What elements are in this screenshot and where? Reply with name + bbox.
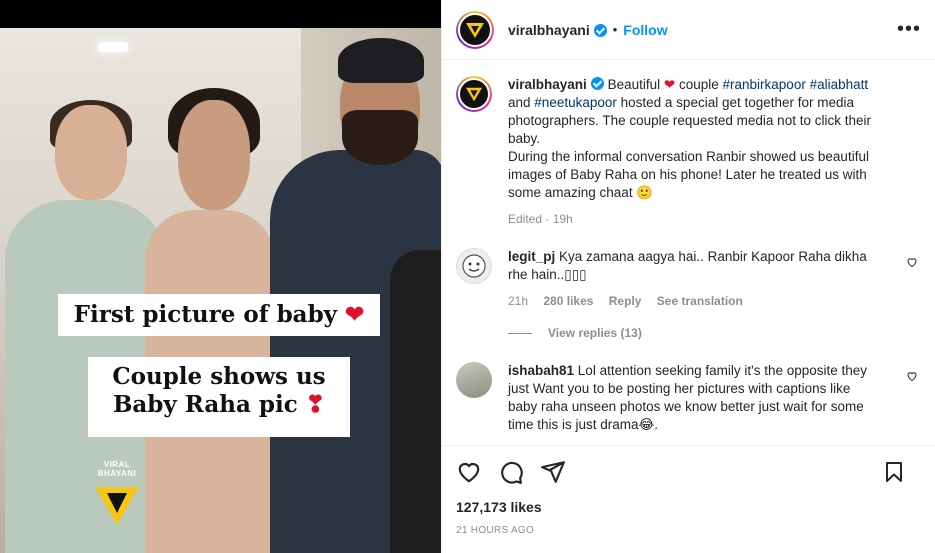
comment-username[interactable]: legit_pj — [508, 249, 555, 264]
heart-icon: ❤ — [663, 77, 676, 92]
viralbhayani-logo-icon — [466, 22, 484, 38]
reply-button[interactable]: Reply — [609, 294, 642, 308]
post-footer: 127,173 likes 21 HOURS AGO — [442, 445, 935, 553]
hashtag-link[interactable]: #aliabhatt — [810, 77, 869, 92]
like-heart-icon[interactable] — [456, 459, 482, 485]
smile-emoji-icon: 🙂 — [636, 185, 654, 200]
caption-username[interactable]: viralbhayani — [508, 77, 587, 92]
comment-text: ishabah81 Lol attention seeking family i… — [508, 362, 908, 434]
comment-item: legit_pj Kya zamana aagya hai.. Ranbir K… — [456, 248, 920, 308]
header-username[interactable]: viralbhayani — [508, 22, 590, 38]
see-translation-button[interactable]: See translation — [657, 294, 743, 308]
comments-list[interactable]: viralbhayani Beautiful ❤ couple #ranbirk… — [442, 60, 935, 445]
photo-caption-first-picture: First picture of baby ❤ — [58, 294, 380, 336]
person-2-head — [178, 100, 250, 210]
view-replies-label: View replies (13) — [548, 326, 642, 340]
comment-item: ishabah81 Lol attention seeking family i… — [456, 362, 920, 434]
person-4-body — [390, 250, 441, 553]
heart-icon: ❤ — [345, 301, 365, 328]
comment-like-heart-icon[interactable] — [906, 370, 918, 382]
avatar[interactable] — [456, 248, 492, 284]
caption-text-part: Beautiful — [607, 77, 661, 92]
caption-text-part: couple — [678, 77, 719, 92]
photo-caption-text-2b: Baby Raha pic — [112, 390, 298, 418]
share-send-icon[interactable] — [540, 459, 566, 485]
photo-ceiling-light — [98, 42, 128, 52]
watermark-text: VIRAL BHAYANI — [97, 460, 137, 478]
verified-badge-icon — [590, 77, 604, 90]
viralbhayani-logo-icon — [95, 487, 139, 525]
comment-age: 21h — [508, 294, 529, 308]
hashtag-link[interactable]: #ranbirkapoor — [723, 77, 806, 92]
caption-age: 19h — [552, 212, 573, 226]
more-options-icon[interactable]: ••• — [897, 18, 921, 41]
post-caption: viralbhayani Beautiful ❤ couple #ranbirk… — [456, 76, 920, 226]
post-header: viralbhayani • Follow ••• — [442, 0, 935, 60]
view-replies-button[interactable]: View replies (13) — [508, 326, 920, 340]
avatar[interactable] — [456, 10, 494, 49]
header-separator: • — [612, 22, 618, 37]
caption-text-part: During the informal conversation Ranbir … — [508, 149, 869, 200]
person-3-cap — [338, 38, 424, 83]
cartoon-face-icon — [462, 254, 486, 278]
comment-body: Kya zamana aagya hai.. Ranbir Kapoor Rah… — [508, 249, 867, 282]
likes-count[interactable]: 127,173 likes — [456, 499, 922, 515]
photo-watermark: VIRAL BHAYANI — [86, 460, 148, 529]
caption-text: viralbhayani Beautiful ❤ couple #ranbirk… — [508, 76, 920, 202]
comment-username[interactable]: ishabah81 — [508, 363, 574, 378]
post-timestamp: 21 HOURS AGO — [456, 525, 535, 536]
meta-separator: · — [545, 212, 550, 226]
comment-likes[interactable]: 280 likes — [543, 294, 593, 308]
photo-caption-text-2a: Couple shows us — [112, 363, 326, 390]
comment-bubble-icon[interactable] — [498, 459, 524, 485]
person-3-beard — [342, 110, 418, 165]
photo-caption-couple-shows: Couple shows us Baby Raha pic ❣ — [88, 357, 350, 437]
bookmark-icon[interactable] — [882, 459, 906, 485]
action-bar — [456, 446, 922, 498]
person-1-head — [55, 105, 127, 200]
verified-badge-icon — [593, 24, 607, 37]
comment-meta: 21h 280 likes Reply See translation — [508, 294, 908, 308]
photo-caption-text-1: First picture of baby — [73, 301, 338, 328]
caption-text-part: and — [508, 95, 531, 110]
replies-divider-line — [508, 332, 532, 334]
heart-exclamation-icon: ❣ — [305, 390, 326, 418]
caption-avatar[interactable] — [456, 76, 492, 112]
viralbhayani-logo-icon — [465, 87, 483, 102]
comment-like-heart-icon[interactable] — [906, 256, 918, 268]
follow-button[interactable]: Follow — [623, 22, 667, 38]
post-photo[interactable]: First picture of baby ❤ Couple shows us … — [0, 0, 441, 553]
post-details-panel: viralbhayani • Follow ••• viralbhayani B… — [441, 0, 935, 553]
avatar[interactable] — [456, 362, 492, 398]
hashtag-link[interactable]: #neetukapoor — [534, 95, 617, 110]
edited-label: Edited — [508, 212, 543, 226]
caption-meta: Edited · 19h — [508, 212, 920, 226]
comment-text: legit_pj Kya zamana aagya hai.. Ranbir K… — [508, 248, 908, 284]
